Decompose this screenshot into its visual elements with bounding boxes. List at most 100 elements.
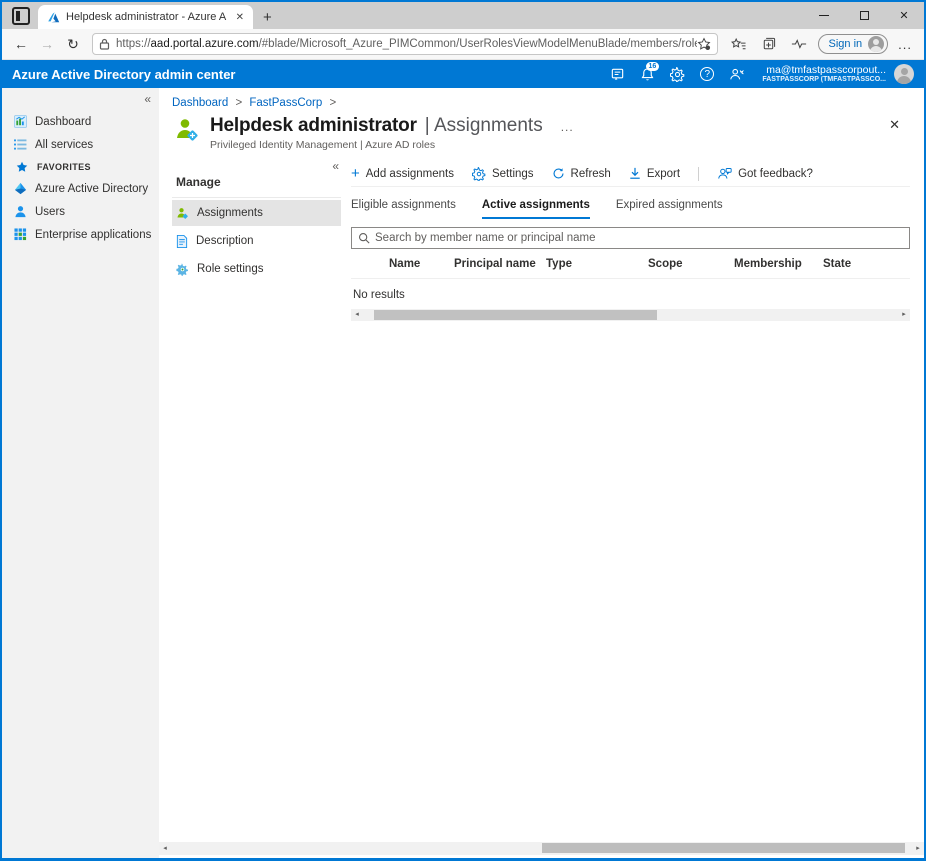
user-avatar[interactable] bbox=[894, 64, 914, 84]
blade-close-button[interactable]: ✕ bbox=[883, 115, 906, 135]
account-menu[interactable]: ma@tmfastpasscorpout... FASTPASSCORP (TM… bbox=[762, 64, 886, 85]
table-horizontal-scrollbar[interactable]: ◂ ▸ bbox=[351, 309, 910, 321]
page-title-suffix: | Assignments bbox=[424, 115, 543, 136]
assignments-icon bbox=[177, 207, 188, 219]
collections-icon[interactable] bbox=[757, 33, 781, 55]
tab-expired-assignments[interactable]: Expired assignments bbox=[616, 199, 723, 219]
menu-item-label: Role settings bbox=[197, 263, 264, 275]
sidebar-item-dashboard[interactable]: Dashboard bbox=[2, 110, 159, 133]
collections-favorites-icon[interactable] bbox=[727, 33, 751, 55]
sidebar-item-label: Azure Active Directory bbox=[35, 182, 149, 195]
sidebar-item-all-services[interactable]: All services bbox=[2, 133, 159, 156]
menu-item-role-settings[interactable]: Role settings bbox=[172, 256, 341, 282]
column-header-membership[interactable]: Membership bbox=[734, 258, 823, 270]
sidebar-item-azure-active-directory[interactable]: Azure Active Directory bbox=[2, 177, 159, 200]
got-feedback-button[interactable]: Got feedback? bbox=[717, 167, 813, 180]
sidebar-item-users[interactable]: Users bbox=[2, 200, 159, 223]
notifications-button[interactable]: 16 bbox=[632, 60, 662, 88]
menu-item-label: Assignments bbox=[197, 207, 263, 219]
sidebar-item-enterprise-applications[interactable]: Enterprise applications bbox=[2, 223, 159, 246]
new-tab-button[interactable]: + bbox=[253, 9, 282, 29]
scrollbar-track[interactable] bbox=[363, 309, 898, 321]
scrollbar-thumb[interactable] bbox=[541, 843, 905, 853]
description-icon bbox=[176, 234, 188, 248]
browser-nav-bar: ← → ↻ https://aad.portal.azure.com/#blad… bbox=[2, 29, 924, 60]
browser-tab-bar: Helpdesk administrator - Azure A ✕ + ✕ bbox=[2, 2, 924, 29]
breadcrumb: Dashboard > FastPassCorp > bbox=[159, 88, 924, 111]
settings-button[interactable] bbox=[662, 60, 692, 88]
maximize-button[interactable] bbox=[844, 2, 884, 28]
scrollbar-track[interactable] bbox=[171, 842, 912, 855]
column-header-scope[interactable]: Scope bbox=[648, 258, 734, 270]
whats-new-icon bbox=[611, 68, 624, 80]
reload-button[interactable]: ↻ bbox=[60, 36, 86, 53]
member-search-box[interactable] bbox=[351, 227, 910, 249]
manage-menu-pane: « Manage Assignments Description Role se… bbox=[159, 159, 351, 858]
account-tenant: FASTPASSCORP (TMFASTPASSCO... bbox=[762, 76, 886, 84]
browser-menu-button[interactable]: ... bbox=[892, 37, 918, 52]
browser-essentials-icon[interactable] bbox=[787, 33, 811, 55]
role-person-icon bbox=[177, 119, 198, 141]
gear-icon bbox=[669, 66, 685, 82]
main-area: « Dashboard All services FAVORITES Azure… bbox=[2, 88, 924, 858]
whats-new-button[interactable] bbox=[602, 60, 632, 88]
tab-active-assignments[interactable]: Active assignments bbox=[481, 199, 590, 219]
favorites-star-icon bbox=[16, 161, 28, 172]
account-email: ma@tmfastpasscorpout... bbox=[766, 63, 886, 76]
window-close-button[interactable]: ✕ bbox=[884, 2, 924, 28]
title-more-button[interactable]: ... bbox=[561, 120, 574, 134]
role-settings-gear-icon bbox=[176, 262, 188, 276]
sidebar-group-favorites: FAVORITES bbox=[2, 156, 159, 177]
address-bar[interactable]: https://aad.portal.azure.com/#blade/Micr… bbox=[92, 33, 718, 55]
scroll-right-arrow[interactable]: ▸ bbox=[912, 843, 924, 855]
column-header-name[interactable]: Name bbox=[351, 258, 454, 270]
lock-icon bbox=[99, 38, 110, 50]
scroll-right-arrow[interactable]: ▸ bbox=[898, 309, 910, 321]
menu-item-assignments[interactable]: Assignments bbox=[172, 200, 341, 226]
menu-item-description[interactable]: Description bbox=[172, 228, 341, 254]
command-label: Refresh bbox=[570, 167, 611, 180]
manage-header: Manage bbox=[172, 161, 341, 198]
download-icon bbox=[630, 167, 640, 179]
column-header-state[interactable]: State bbox=[823, 258, 910, 270]
scroll-left-arrow[interactable]: ◂ bbox=[351, 309, 363, 321]
forward-button[interactable]: → bbox=[34, 36, 60, 52]
add-assignments-button[interactable]: + Add assignments bbox=[351, 166, 454, 181]
sidebar-item-label: Dashboard bbox=[35, 115, 92, 128]
minimize-button[interactable] bbox=[804, 2, 844, 28]
favorites-star-icon[interactable] bbox=[697, 37, 711, 51]
browser-window: Helpdesk administrator - Azure A ✕ + ✕ ←… bbox=[0, 0, 926, 861]
help-button[interactable]: ? bbox=[692, 60, 722, 88]
command-label: Add assignments bbox=[365, 167, 454, 180]
column-header-type[interactable]: Type bbox=[546, 258, 648, 270]
sign-in-label: Sign in bbox=[828, 38, 863, 50]
browser-tab[interactable]: Helpdesk administrator - Azure A ✕ bbox=[38, 5, 253, 29]
scrollbar-thumb[interactable] bbox=[373, 310, 658, 320]
blade-title-block: Helpdesk administrator | Assignments ...… bbox=[210, 115, 883, 151]
menu-collapse-button[interactable]: « bbox=[332, 159, 339, 173]
page-horizontal-scrollbar[interactable]: ◂ ▸ bbox=[159, 842, 924, 855]
column-header-principal-name[interactable]: Principal name bbox=[454, 258, 546, 270]
menu-item-label: Description bbox=[196, 235, 254, 247]
assignment-tabs: Eligible assignments Active assignments … bbox=[351, 199, 910, 219]
breadcrumb-link-fastpasscorp[interactable]: FastPassCorp bbox=[249, 97, 322, 109]
settings-command-button[interactable]: Settings bbox=[471, 166, 534, 181]
feedback-button[interactable] bbox=[722, 60, 752, 88]
scroll-left-arrow[interactable]: ◂ bbox=[159, 843, 171, 855]
tab-close-icon[interactable]: ✕ bbox=[233, 11, 247, 24]
command-separator bbox=[698, 166, 700, 181]
sign-in-button[interactable]: Sign in bbox=[817, 34, 889, 54]
profile-avatar-icon bbox=[868, 36, 885, 52]
help-icon: ? bbox=[700, 67, 715, 81]
tab-actions-icon[interactable] bbox=[12, 7, 30, 25]
command-bar: + Add assignments Settings Refresh Expor… bbox=[351, 161, 910, 187]
url-text: https://aad.portal.azure.com/#blade/Micr… bbox=[116, 38, 697, 50]
breadcrumb-link-dashboard[interactable]: Dashboard bbox=[172, 97, 228, 109]
sidebar-collapse-button[interactable]: « bbox=[144, 92, 151, 106]
back-button[interactable]: ← bbox=[8, 36, 34, 52]
empty-state-text: No results bbox=[353, 289, 405, 301]
refresh-command-button[interactable]: Refresh bbox=[552, 167, 611, 180]
tab-eligible-assignments[interactable]: Eligible assignments bbox=[351, 199, 456, 219]
member-search-input[interactable] bbox=[375, 232, 903, 244]
export-command-button[interactable]: Export bbox=[629, 167, 680, 180]
